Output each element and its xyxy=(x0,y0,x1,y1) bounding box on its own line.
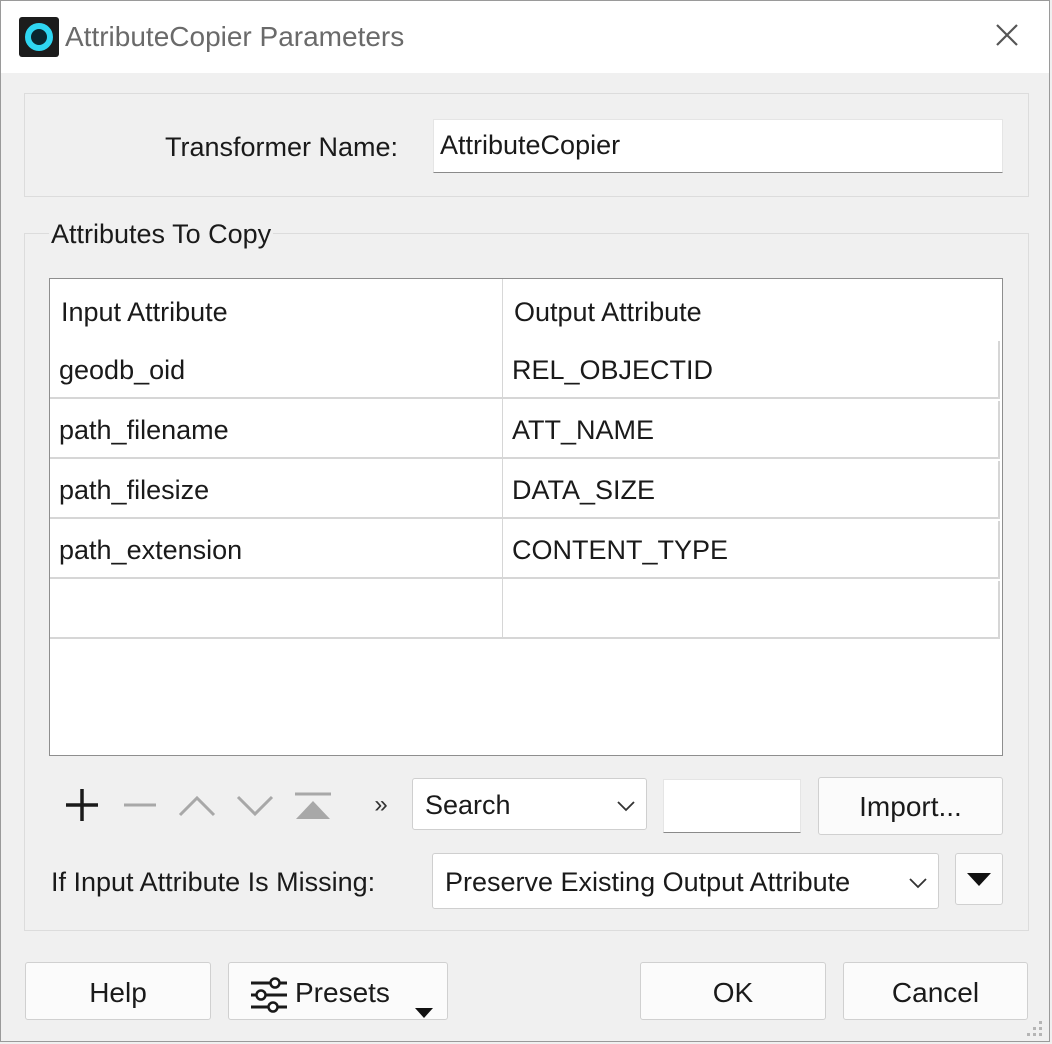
chevron-down-icon[interactable] xyxy=(231,779,279,831)
presets-button[interactable]: Presets xyxy=(228,962,448,1020)
table-row-empty[interactable] xyxy=(50,581,1000,641)
close-icon[interactable] xyxy=(987,17,1027,57)
title-bar: AttributeCopier Parameters xyxy=(1,1,1049,73)
move-to-top-icon[interactable] xyxy=(289,779,337,831)
table-row[interactable]: geodb_oid REL_OBJECTID xyxy=(50,341,1000,401)
resize-grip-icon[interactable] xyxy=(1023,1017,1045,1039)
table-row[interactable]: path_extension CONTENT_TYPE xyxy=(50,521,1000,581)
input-attribute-cell[interactable]: geodb_oid xyxy=(50,341,504,399)
chevron-up-icon[interactable] xyxy=(173,779,221,831)
search-combo[interactable]: Search xyxy=(412,778,647,830)
table-row[interactable]: path_filename ATT_NAME xyxy=(50,401,1000,461)
plus-icon[interactable] xyxy=(58,779,106,831)
missing-attribute-label: If Input Attribute Is Missing: xyxy=(51,867,376,897)
cancel-button[interactable]: Cancel xyxy=(843,962,1028,1020)
missing-attribute-combo[interactable]: Preserve Existing Output Attribute xyxy=(432,853,939,909)
transformer-name-input[interactable]: AttributeCopier xyxy=(433,119,1003,173)
minus-icon[interactable] xyxy=(116,779,164,831)
output-attribute-cell[interactable] xyxy=(503,581,1000,639)
sliders-icon xyxy=(249,974,289,1034)
close-icon-glyph xyxy=(996,24,1018,46)
search-input[interactable] xyxy=(663,779,801,833)
triangle-down-icon xyxy=(967,873,991,886)
attributes-group-title: Attributes To Copy xyxy=(49,219,274,250)
input-attribute-cell[interactable]: path_filesize xyxy=(50,461,504,519)
chevron-down-icon xyxy=(908,854,928,908)
column-header-output[interactable]: Output Attribute xyxy=(503,279,1000,341)
column-header-input[interactable]: Input Attribute xyxy=(50,279,502,341)
window-title: AttributeCopier Parameters xyxy=(65,21,405,52)
input-attribute-cell[interactable]: path_extension xyxy=(50,521,504,579)
more-icon[interactable]: » xyxy=(357,779,405,831)
transformer-name-label: Transformer Name: xyxy=(165,132,399,162)
output-attribute-cell[interactable]: CONTENT_TYPE xyxy=(503,521,1000,579)
table-row[interactable]: path_filesize DATA_SIZE xyxy=(50,461,1000,521)
missing-options-dropdown-button[interactable] xyxy=(955,853,1003,905)
output-attribute-cell[interactable]: ATT_NAME xyxy=(503,401,1000,459)
output-attribute-cell[interactable]: DATA_SIZE xyxy=(503,461,1000,519)
input-attribute-cell[interactable] xyxy=(50,581,504,639)
output-attribute-cell[interactable]: REL_OBJECTID xyxy=(503,341,1000,399)
search-combo-value: Search xyxy=(425,790,511,820)
ok-button[interactable]: OK xyxy=(640,962,826,1020)
presets-label: Presets xyxy=(295,977,390,1008)
chevron-down-icon xyxy=(616,779,636,829)
help-button[interactable]: Help xyxy=(25,962,211,1020)
input-attribute-cell[interactable]: path_filename xyxy=(50,401,504,459)
app-icon xyxy=(19,17,59,57)
missing-attribute-value: Preserve Existing Output Attribute xyxy=(445,867,851,897)
import-button[interactable]: Import... xyxy=(818,777,1003,835)
triangle-down-icon xyxy=(413,981,435,1041)
dialog-window: AttributeCopier Parameters Transformer N… xyxy=(0,0,1050,1042)
attributes-table: Input Attribute Output Attribute geodb_o… xyxy=(49,278,1003,756)
